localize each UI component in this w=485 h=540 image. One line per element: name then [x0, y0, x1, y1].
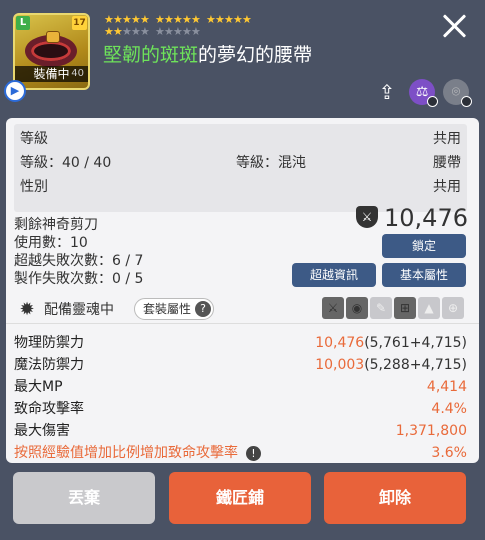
star-icon: ★ — [155, 25, 165, 38]
star-icon: ★ — [131, 25, 141, 38]
scissors-label: 剩餘神奇剪刀 — [14, 217, 98, 233]
close-icon[interactable] — [440, 12, 468, 40]
craft-fail-count: 製作失敗次數：0 / 5 — [14, 271, 144, 287]
exceed-fail-count: 超越失敗次數：6 / 7 — [14, 253, 144, 269]
requirements-box: 等級 共用 等級：40 / 40 等級：混沌 腰帶 性別 共用 — [14, 124, 467, 212]
star-icon: ★ — [224, 13, 234, 26]
lock-icon[interactable]: ⌾ — [443, 79, 472, 107]
star-icon: ★ — [113, 25, 123, 38]
combat-power-icon: ⚔ — [356, 206, 378, 228]
required-level: 40 — [71, 68, 84, 79]
potential-icon-5: ▲ — [418, 297, 440, 319]
level-label: 等級 — [20, 131, 48, 147]
unequip-button[interactable]: 卸除 — [324, 472, 466, 524]
star-icon: ★ — [173, 25, 183, 38]
share-type: 共用 — [433, 131, 461, 147]
divider — [6, 323, 479, 324]
grade-value: 等級：混沌 — [236, 155, 306, 171]
help-icon: ? — [195, 301, 211, 317]
star-icon: ★ — [182, 25, 192, 38]
potential-icon-2: ◉ — [346, 297, 368, 319]
combat-power-value: 10,476 — [384, 204, 468, 232]
star-icon: ★ — [215, 13, 225, 26]
lock-button[interactable]: 鎖定 — [382, 234, 466, 258]
stat-name: 魔法防禦力 — [14, 357, 84, 373]
use-count: 使用數：10 — [14, 235, 88, 251]
potential-icon-6: ⊕ — [442, 297, 464, 319]
potential-icon-4: ⊞ — [394, 297, 416, 319]
stat-value: 4.4% — [431, 401, 467, 417]
potential-icon-3: ✎ — [370, 297, 392, 319]
grade-badge: L — [16, 16, 30, 30]
play-icon[interactable]: ▶ — [4, 80, 26, 102]
blacksmith-button[interactable]: 鐵匠鋪 — [169, 472, 311, 524]
basic-attr-button[interactable]: 基本屬性 — [382, 263, 466, 287]
star-force-stars: ★★★★★ ★★★★★ ★★★★★ ★★★★★ ★★★★★ — [104, 14, 364, 40]
star-icon: ★ — [242, 13, 252, 26]
star-icon: ★ — [233, 13, 243, 26]
star-icon: ★ — [164, 25, 174, 38]
item-header: L 17 裝備中 40 ▶ ★★★★★ ★★★★★ ★★★★★ ★★★★★ ★★★★★ … — [0, 0, 485, 110]
star-icon: ★ — [140, 25, 150, 38]
star-icon: ★ — [104, 25, 114, 38]
stat-value: 10,476(5,761+4,715) — [315, 335, 467, 351]
stat-value: 1,371,800 — [395, 423, 467, 439]
soul-icon: ✹ — [19, 299, 35, 320]
discard-button[interactable]: 丟棄 — [13, 472, 155, 524]
star-icon: ★ — [122, 25, 132, 38]
stat-name-note: 按照經驗值增加比例增加致命攻擊率! — [14, 444, 261, 462]
stat-name: 致命攻擊率 — [14, 401, 84, 417]
stat-name: 物理防禦力 — [14, 335, 84, 351]
item-type: 腰帶 — [433, 155, 461, 171]
star-icon: ★ — [191, 25, 201, 38]
item-icon: L 17 裝備中 40 — [13, 13, 90, 90]
gender-label: 性別 — [20, 179, 48, 195]
stat-value: 4,414 — [426, 379, 467, 395]
set-attr-button[interactable]: 套裝屬性? — [134, 298, 214, 320]
exceed-info-button[interactable]: 超越資訊 — [292, 263, 376, 287]
star-force-badge: 17 — [72, 16, 87, 30]
stat-value: 10,003(5,288+4,715) — [315, 357, 467, 373]
gender-value: 共用 — [433, 179, 461, 195]
stat-value: 3.6% — [431, 445, 467, 461]
level-value: 等級：40 / 40 — [20, 155, 112, 171]
warning-icon[interactable]: ! — [246, 445, 261, 461]
stat-name: 最大MP — [14, 379, 63, 395]
share-icon[interactable]: ⇪ — [374, 79, 400, 105]
star-icon: ★ — [206, 13, 216, 26]
scale-icon[interactable]: ⚖ — [409, 79, 438, 107]
item-name: 堅韌的斑斑的夢幻的腰帶 — [103, 44, 313, 66]
stat-name: 最大傷害 — [14, 423, 70, 439]
soul-label: 配備靈魂中 — [44, 302, 114, 318]
item-detail-panel: 等級 共用 等級：40 / 40 等級：混沌 腰帶 性別 共用 剩餘神奇剪刀 使… — [6, 118, 479, 463]
potential-icon-1: ⚔ — [322, 297, 344, 319]
